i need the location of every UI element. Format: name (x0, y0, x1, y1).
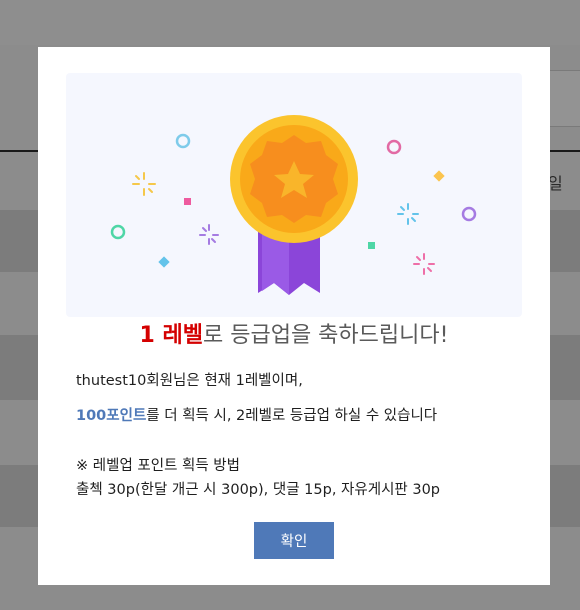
level-text: 1 레벨 (139, 323, 203, 348)
background-header (0, 0, 580, 45)
levelup-headline: 1 레벨로 등급업을 축하드립니다! (38, 317, 550, 349)
levelup-illustration (66, 73, 522, 317)
method-title: ※ 레벨업 포인트 획득 방법 (76, 458, 240, 474)
status-line: thutest10회원님은 현재 1레벨이며, (76, 373, 303, 389)
points-text: 를 더 획득 시, 2레벨로 등급업 하실 수 있습니다 (146, 408, 438, 424)
points-line: 100포인트를 더 획득 시, 2레벨로 등급업 하실 수 있습니다 (76, 404, 516, 425)
medal-icon (110, 115, 477, 295)
method-detail: 출첵 30p(한달 개근 시 300p), 댓글 15p, 자유게시판 30p (76, 482, 441, 498)
confirm-button[interactable]: 확인 (254, 522, 334, 559)
headline-text: 로 등급업을 축하드립니다! (203, 323, 449, 348)
levelup-modal: 1 레벨로 등급업을 축하드립니다! thutest10회원님은 현재 1레벨이… (38, 47, 550, 585)
background-text: 일 (548, 174, 563, 193)
points-highlight: 100포인트 (76, 408, 147, 424)
